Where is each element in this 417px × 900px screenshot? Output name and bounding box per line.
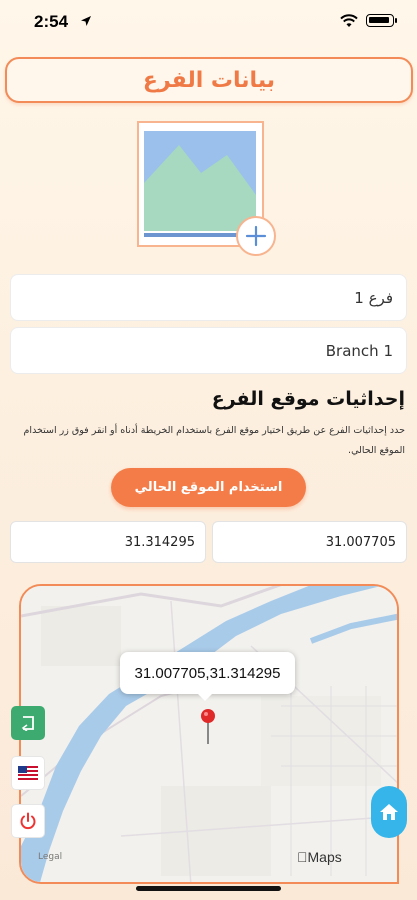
apple-maps-logo: Maps bbox=[297, 849, 342, 865]
location-section-description: حدد إحداثيات الفرع عن طريق اختيار موقع ا… bbox=[23, 425, 405, 456]
status-bar: 2:54 bbox=[0, 0, 417, 44]
longitude-field[interactable]: 31.314295 bbox=[10, 521, 206, 563]
page-title: بيانات الفرع bbox=[142, 67, 276, 93]
plus-icon bbox=[245, 225, 267, 247]
use-current-location-button[interactable]: استخدام الموقع الحالي bbox=[111, 468, 306, 507]
map-coordinate-callout: 31.007705,31.314295 bbox=[120, 652, 295, 694]
home-button[interactable] bbox=[371, 786, 407, 838]
home-icon bbox=[380, 804, 398, 820]
branch-name-ar-value: فرع 1 bbox=[354, 288, 393, 307]
latitude-field[interactable]: 31.007705 bbox=[212, 521, 407, 563]
add-image-button[interactable] bbox=[236, 216, 276, 256]
us-flag-icon bbox=[18, 766, 38, 780]
wifi-icon bbox=[340, 14, 358, 27]
page-header: بيانات الفرع bbox=[5, 57, 413, 103]
language-flag-button[interactable] bbox=[11, 756, 45, 790]
logout-button[interactable] bbox=[11, 804, 45, 838]
longitude-value: 31.314295 bbox=[124, 534, 195, 550]
map-pin-icon[interactable] bbox=[200, 708, 216, 746]
apple-logo-icon:  bbox=[297, 849, 308, 865]
location-arrow-icon bbox=[81, 16, 91, 26]
green-action-button[interactable] bbox=[11, 706, 45, 740]
power-icon bbox=[20, 812, 36, 830]
branch-name-en-value: Branch 1 bbox=[325, 341, 393, 360]
exit-icon bbox=[21, 716, 34, 731]
latitude-value: 31.007705 bbox=[325, 534, 396, 550]
branch-name-en-field[interactable]: Branch 1 bbox=[10, 327, 407, 374]
branch-name-ar-field[interactable]: فرع 1 bbox=[10, 274, 407, 321]
maps-label: Maps bbox=[297, 849, 342, 865]
callout-tail bbox=[197, 693, 213, 701]
home-indicator bbox=[136, 886, 281, 891]
map-legal-link[interactable]: Legal bbox=[38, 852, 62, 862]
battery-icon bbox=[366, 14, 394, 27]
location-section-title: إحداثيات موقع الفرع bbox=[211, 388, 405, 410]
battery-tip bbox=[395, 18, 397, 23]
status-time: 2:54 bbox=[34, 12, 69, 31]
